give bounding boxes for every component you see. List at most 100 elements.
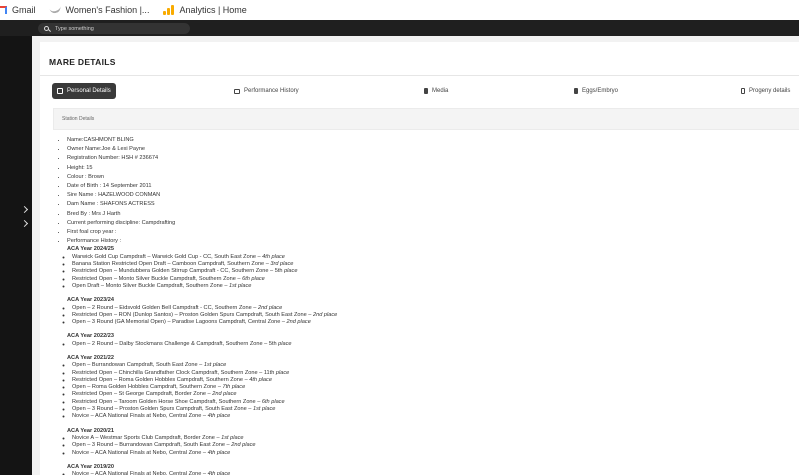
- result-event: Open – 2 Round – Dalby Stockmans Challen…: [72, 340, 279, 347]
- performance-result: Restricted Open – Monto Silver Buckle Ca…: [72, 276, 759, 283]
- sidebar: s res ions nts s ontracts: [0, 36, 32, 475]
- result-event: Novice – ACA National Finals at Nebo, Ce…: [72, 449, 208, 456]
- tab-personal-details[interactable]: Personal Details: [52, 83, 116, 99]
- detail-field: First foal crop year :: [67, 228, 759, 237]
- performance-result: Restricted Open – Taroom Golden Horse Sh…: [72, 399, 759, 406]
- performance-year-heading: ACA Year 2019/20: [67, 463, 114, 470]
- bookmark-womens-fashion[interactable]: Women's Fashion |...: [48, 5, 149, 15]
- tab-label: Media: [432, 88, 449, 94]
- performance-history-field: Performance History :: [67, 237, 759, 246]
- result-event: Novice – ACA National Finals at Nebo, Ce…: [72, 471, 208, 475]
- tab-eggs-embryo[interactable]: Eggs/Embryo: [574, 83, 618, 99]
- result-place: 4th place: [207, 449, 231, 456]
- tab-performance-history[interactable]: Performance History: [234, 83, 299, 99]
- result-place: place: [278, 340, 292, 347]
- result-event: Open – Burrandowan Campdraft, South East…: [72, 362, 204, 369]
- image-icon: [234, 88, 240, 94]
- performance-result: Restricted Open – Roma Golden Hobbles Ca…: [72, 377, 759, 384]
- person-card-icon: [57, 88, 63, 94]
- bookmark-gmail[interactable]: Gmail: [0, 5, 36, 15]
- result-event: Restricted Open – RON (Dunlop Santos) – …: [72, 311, 313, 318]
- result-place: 1st place: [203, 362, 227, 369]
- performance-year-heading: ACA Year 2024/25: [67, 246, 114, 253]
- detail-field: Dam Name : SHAFONS ACTRESS: [67, 200, 759, 209]
- performance-result: Open Draft – Monto Silver Buckle Campdra…: [72, 283, 759, 290]
- result-event: Restricted Open – Roma Golden Hobbles Ca…: [72, 376, 250, 383]
- tab-progeny-details[interactable]: Progeny details: [741, 83, 790, 99]
- result-place: 2nd place: [312, 311, 338, 318]
- detail-field: Current performing discipline: Campdraft…: [67, 219, 759, 228]
- file-icon: [574, 88, 578, 94]
- result-event: Restricted Open – Taroom Golden Horse Sh…: [72, 398, 262, 405]
- result-place: 2nd place: [286, 319, 311, 326]
- bookmark-analytics[interactable]: Analytics | Home: [163, 5, 247, 15]
- performance-year-heading: ACA Year 2021/22: [67, 355, 114, 361]
- result-place: 2nd place: [212, 391, 237, 398]
- result-event: Restricted Open – Mundubbera Golden Stir…: [72, 268, 285, 275]
- result-place: 6th place: [242, 275, 265, 282]
- performance-history: ACA Year 2024/25Warwick Gold Cup Campdra…: [59, 246, 759, 475]
- result-place: 2nd place: [231, 442, 256, 449]
- search-input[interactable]: [55, 25, 185, 32]
- result-event: Open – 3 Round (GA Memorial Open) – Para…: [72, 319, 287, 326]
- performance-result: Novice – ACA National Finals at Nebo, Ce…: [72, 413, 759, 420]
- mare-details-list: Name:CASHMONT BLING Owner Name:Joe & Lex…: [59, 136, 759, 475]
- result-place: 7th place: [222, 384, 246, 391]
- performance-result: Novice A – Westmar Sports Club Campdraft…: [72, 435, 759, 442]
- result-event: Restricted Open – Chinchilla Grandfather…: [72, 369, 276, 376]
- performance-result: Open – 2 Round – Dalby Stockmans Challen…: [72, 341, 759, 348]
- result-event: Open – Roma Golden Hobbles Campdraft, So…: [72, 384, 223, 391]
- details-panel: MARE DETAILS Personal Details Performanc…: [40, 42, 799, 475]
- analytics-icon: [163, 5, 175, 15]
- detail-field: Sire Name : HAZELWOOD CONMAN: [67, 191, 759, 200]
- detail-field: Owner Name:Joe & Lexi Payne: [67, 145, 759, 154]
- chevron-right-icon: [20, 219, 29, 228]
- tab-label: Personal Details: [67, 88, 111, 94]
- result-place: 4th place: [249, 376, 272, 383]
- bookmark-label: Analytics | Home: [179, 5, 247, 15]
- result-event: Open – 2 Round – Eidsvold Golden Bell Ca…: [72, 304, 258, 311]
- performance-history-label: Performance History :: [67, 238, 122, 245]
- performance-result: Open – 2 Round – Eidsvold Golden Bell Ca…: [72, 305, 759, 312]
- performance-results-list: Open – 2 Round – Dalby Stockmans Challen…: [59, 341, 759, 348]
- chevron-right-icon: [20, 205, 29, 214]
- tab-label: Eggs/Embryo: [582, 88, 619, 94]
- section-title: Station Details: [62, 116, 95, 122]
- result-place: 3rd place: [270, 261, 294, 268]
- tab-label: Progeny details: [749, 88, 791, 94]
- result-event: Warwick Gold Cup Campdraft – Warwick Gol…: [72, 253, 263, 260]
- result-place: 4th place: [262, 253, 285, 260]
- shop-icon: [48, 5, 62, 15]
- performance-result: Novice – ACA National Finals at Nebo, Ce…: [72, 450, 759, 457]
- result-place: 6th place: [261, 398, 285, 405]
- performance-year-heading: ACA Year 2022/23: [67, 333, 114, 340]
- detail-field: Date of Birth : 14 September 2011: [67, 182, 759, 191]
- result-place: 1st place: [221, 434, 244, 441]
- performance-result: Novice – ACA National Finals at Nebo, Ce…: [72, 471, 759, 475]
- bookmark-label: Gmail: [12, 5, 36, 15]
- performance-result: Open – Burrandowan Campdraft, South East…: [72, 362, 759, 369]
- bookmarks-bar: Gmail Women's Fashion |... Analytics | H…: [0, 0, 799, 20]
- page-title: MARE DETAILS: [49, 57, 116, 67]
- search-box[interactable]: [38, 23, 190, 34]
- performance-result: Open – Roma Golden Hobbles Campdraft, So…: [72, 384, 759, 391]
- phone-icon: [741, 88, 745, 94]
- performance-result: Open – 3 Round – Proston Golden Spurs Ca…: [72, 406, 759, 413]
- performance-results-list: Open – Burrandowan Campdraft, South East…: [59, 362, 759, 420]
- result-place: place: [284, 268, 298, 275]
- result-place: place: [275, 369, 290, 376]
- result-event: Novice A – Westmar Sports Club Campdraft…: [72, 434, 222, 441]
- result-event: Novice – ACA National Finals at Nebo, Ce…: [72, 413, 208, 420]
- result-place: 4th place: [207, 471, 231, 475]
- result-event: Open – 3 Round – Burrandowan Campdraft, …: [72, 442, 232, 449]
- result-event: Open Draft – Monto Silver Buckle Campdra…: [72, 282, 230, 289]
- file-icon: [424, 88, 428, 94]
- divider: [40, 75, 799, 76]
- tab-media[interactable]: Media: [424, 83, 448, 99]
- main-content: MARE DETAILS Personal Details Performanc…: [32, 36, 799, 475]
- result-event: Open – 3 Round – Proston Golden Spurs Ca…: [72, 406, 253, 413]
- performance-results-list: Open – 2 Round – Eidsvold Golden Bell Ca…: [59, 305, 759, 327]
- performance-results-list: Warwick Gold Cup Campdraft – Warwick Gol…: [59, 254, 759, 290]
- app-top-bar: [0, 20, 799, 36]
- gmail-icon: [0, 6, 7, 14]
